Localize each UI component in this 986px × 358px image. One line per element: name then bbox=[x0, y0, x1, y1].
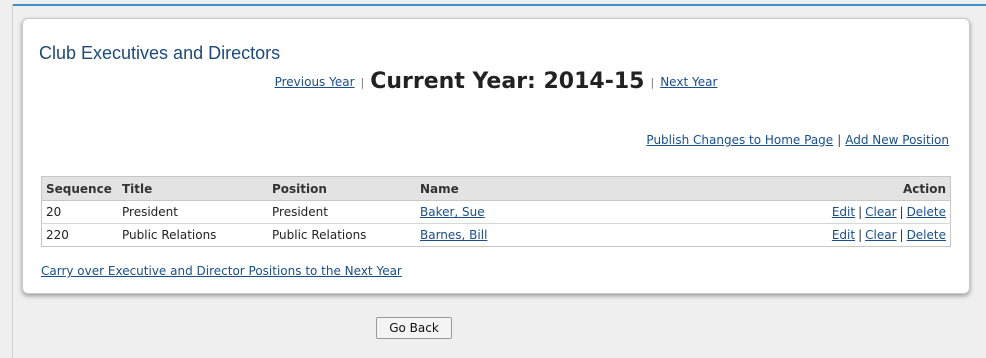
year-separator: | bbox=[360, 76, 365, 89]
cell-actions: Edit | Clear | Delete bbox=[724, 224, 951, 247]
cell-actions: Edit | Clear | Delete bbox=[724, 200, 951, 224]
action-separator: | bbox=[858, 205, 863, 219]
year-separator: | bbox=[650, 76, 655, 89]
page-actions: Publish Changes to Home Page | Add New Pos… bbox=[646, 133, 949, 147]
next-year-link[interactable]: Next Year bbox=[660, 75, 717, 89]
go-back-button[interactable]: Go Back bbox=[376, 317, 452, 339]
clear-link[interactable]: Clear bbox=[865, 228, 896, 242]
cell-name: Baker, Sue bbox=[416, 200, 724, 224]
cell-position: President bbox=[268, 200, 416, 224]
publish-changes-link[interactable]: Publish Changes to Home Page bbox=[646, 133, 833, 147]
header-sequence: Sequence bbox=[41, 176, 118, 201]
delete-link[interactable]: Delete bbox=[907, 205, 946, 219]
action-separator: | bbox=[899, 205, 904, 219]
top-accent-rule bbox=[12, 4, 986, 6]
member-name-link[interactable]: Barnes, Bill bbox=[420, 228, 487, 242]
executives-panel: Club Executives and Directors Previous Y… bbox=[22, 18, 970, 294]
current-year-heading: Current Year: 2014-15 bbox=[370, 69, 645, 94]
previous-year-link[interactable]: Previous Year bbox=[275, 75, 355, 89]
cell-position: Public Relations bbox=[272, 228, 367, 242]
delete-link[interactable]: Delete bbox=[907, 228, 946, 242]
action-separator: | bbox=[899, 228, 904, 242]
header-position: Position bbox=[268, 176, 416, 201]
carry-over-positions-link[interactable]: Carry over Executive and Director Positi… bbox=[41, 264, 402, 278]
header-name: Name bbox=[416, 176, 724, 201]
action-separator: | bbox=[858, 228, 863, 242]
header-action: Action bbox=[724, 176, 951, 201]
cell-title: Public Relations bbox=[122, 228, 217, 242]
member-name-link[interactable]: Baker, Sue bbox=[420, 205, 485, 219]
cell-name: Barnes, Bill bbox=[416, 224, 724, 247]
cell-sequence: 220 bbox=[46, 228, 69, 242]
edit-link[interactable]: Edit bbox=[832, 228, 855, 242]
actions-separator: | bbox=[837, 133, 842, 147]
page-title: Club Executives and Directors bbox=[39, 43, 281, 63]
cell-title: President bbox=[118, 200, 268, 224]
cell-sequence: 20 bbox=[41, 200, 118, 224]
add-new-position-link[interactable]: Add New Position bbox=[845, 133, 949, 147]
table-header-row: Sequence Title Position Name Action bbox=[41, 176, 951, 201]
positions-table: Sequence Title Position Name Action 20 P… bbox=[41, 176, 951, 247]
edit-link[interactable]: Edit bbox=[832, 205, 855, 219]
year-navigation: Previous Year | Current Year: 2014-15 | Next… bbox=[23, 69, 969, 94]
clear-link[interactable]: Clear bbox=[865, 205, 896, 219]
table-row: 220 Public Relations Public Relations Ba… bbox=[42, 224, 951, 247]
header-title: Title bbox=[118, 176, 268, 201]
left-border-rule bbox=[12, 4, 13, 358]
table-row: 20 President President Baker, Sue Edit | C… bbox=[41, 200, 951, 224]
